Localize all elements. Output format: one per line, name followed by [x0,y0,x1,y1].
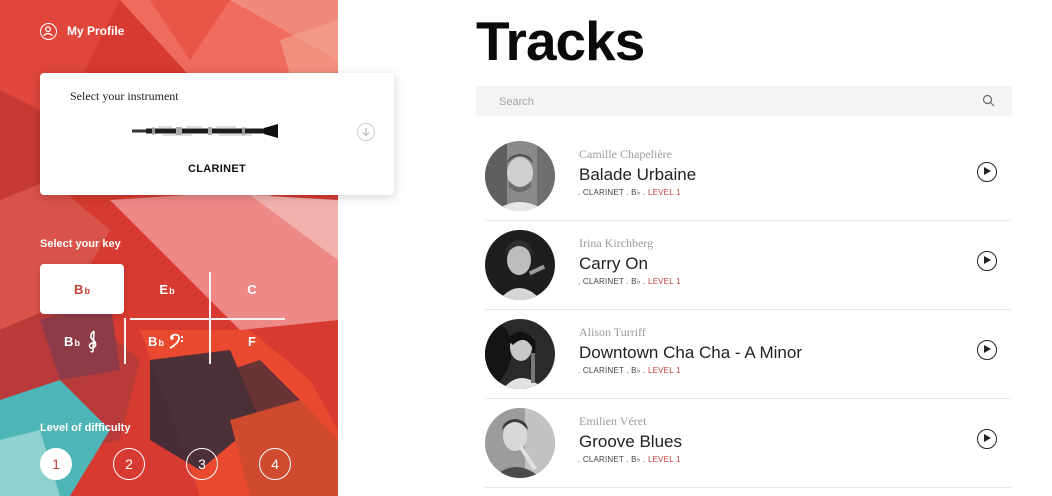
treble-clef-icon [88,330,97,353]
track-title: Balade Urbaine [579,165,697,184]
track-item[interactable]: Alison Turriff Downtown Cha Cha - A Mino… [485,310,1011,399]
track-meta: . CLARINET . B♭ . LEVEL 1 [578,455,681,464]
track-instrument-key: . CLARINET . B♭ . [578,188,646,197]
track-level: LEVEL 1 [647,188,681,197]
my-profile-link[interactable]: My Profile [40,21,124,41]
track-instrument-key: . CLARINET . B♭ . [578,277,646,286]
track-artist: Alison Turriff [579,325,646,339]
key-option-f[interactable]: F [210,316,294,366]
key-note: E [159,281,169,297]
key-option-eb[interactable]: Eb [125,264,209,314]
level-1-button[interactable]: 1 [40,448,72,480]
level-3-button[interactable]: 3 [186,448,218,480]
key-accidental: b [158,338,164,348]
play-icon[interactable] [977,429,997,449]
level-4-button[interactable]: 4 [259,448,291,480]
instrument-name: CLARINET [187,163,246,175]
track-instrument-key: . CLARINET . B♭ . [578,455,646,464]
clarinet-image [132,124,278,138]
track-title: Carry On [579,254,648,273]
instrument-selector[interactable]: Select your instrument CLARINET [40,73,394,195]
page-title: Tracks [476,10,645,72]
track-title: Downtown Cha Cha - A Minor [579,343,802,362]
level-2-button[interactable]: 2 [113,448,145,480]
download-icon[interactable] [357,123,375,141]
key-note: B [64,333,74,349]
difficulty-title: Level of difficulty [40,422,131,434]
avatar [485,319,555,389]
track-meta: . CLARINET . B♭ . LEVEL 1 [578,277,681,286]
key-note: F [248,333,256,349]
key-note: B [148,333,158,349]
key-note: B [74,281,84,297]
key-option-c[interactable]: C [210,264,294,314]
track-item[interactable]: Emilien Véret Groove Blues . CLARINET . … [485,399,1011,488]
select-key-title: Select your key [40,238,121,250]
avatar [485,408,555,478]
key-selector: Bb Eb C Bb Bb F [40,264,295,364]
track-level: LEVEL 1 [647,366,681,375]
search-input[interactable] [476,86,981,118]
track-level: LEVEL 1 [647,455,681,464]
key-note: C [247,281,257,297]
key-accidental: b [169,286,175,296]
track-artist: Emilien Véret [579,414,647,428]
key-option-bb[interactable]: Bb [40,264,124,314]
avatar [485,141,555,211]
play-icon[interactable] [977,162,997,182]
profile-icon [40,22,57,40]
track-meta: . CLARINET . B♭ . LEVEL 1 [578,366,681,375]
my-profile-label: My Profile [67,24,125,38]
avatar [485,230,555,300]
track-item[interactable]: Irina Kirchberg Carry On . CLARINET . B♭… [485,221,1011,310]
key-option-bb-treble[interactable]: Bb [40,316,124,366]
track-level: LEVEL 1 [647,277,681,286]
track-artist: Irina Kirchberg [579,236,654,250]
track-title: Groove Blues [579,432,682,451]
track-meta: . CLARINET . B♭ . LEVEL 1 [578,188,681,197]
track-item[interactable]: Camille Chapelière Balade Urbaine . CLAR… [485,132,1011,221]
play-icon[interactable] [977,340,997,360]
search-bar [476,86,1012,118]
instrument-title: Select your instrument [70,89,179,103]
track-instrument-key: . CLARINET . B♭ . [578,366,646,375]
key-accidental: b [74,338,80,348]
play-icon[interactable] [977,251,997,271]
track-artist: Camille Chapelière [579,147,672,161]
key-accidental: b [84,286,90,296]
bass-clef-icon [169,333,184,349]
search-icon[interactable] [982,94,995,107]
key-option-bb-bass[interactable]: Bb [125,316,209,366]
